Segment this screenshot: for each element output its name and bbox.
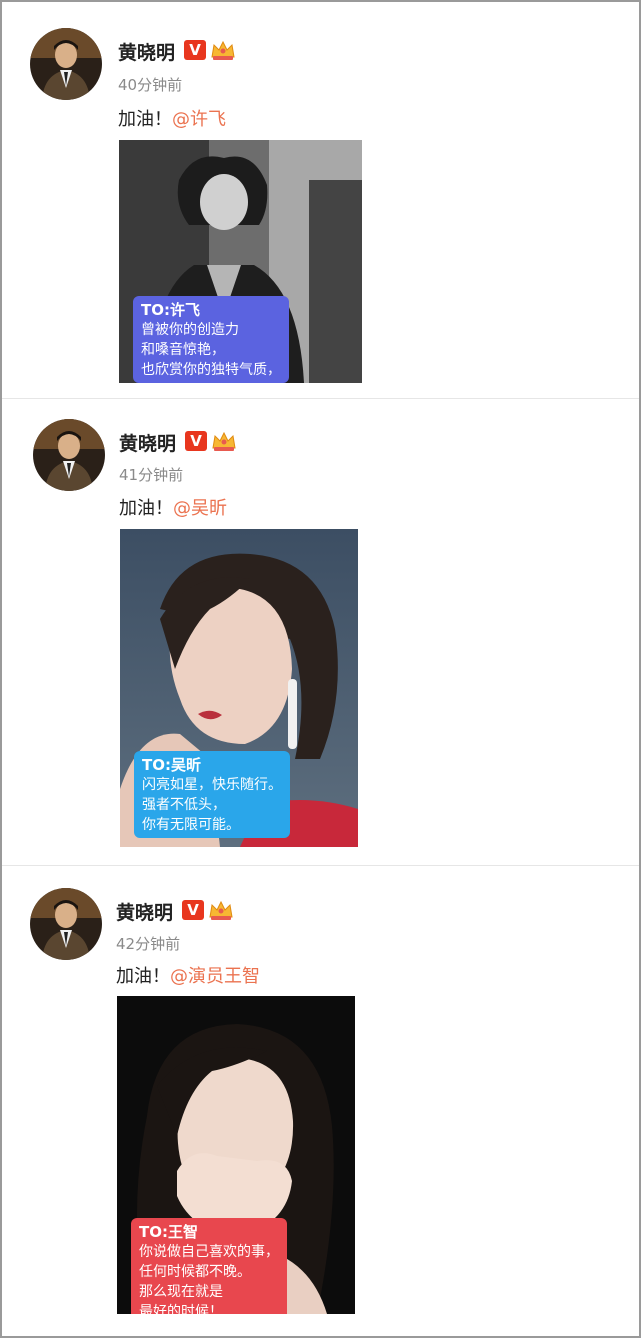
card-line: 最好的时候！ <box>139 1304 223 1314</box>
author-name[interactable]: 黄晓明 <box>119 429 176 456</box>
mention-link[interactable]: @演员王智 <box>170 966 260 987</box>
avatar-image <box>33 419 105 491</box>
card-line: 闪亮如星，快乐随行。 <box>142 777 282 793</box>
crown-badge-icon <box>209 900 233 920</box>
post-image[interactable]: TO:许飞 曾被你的创造力 和嗓音惊艳， 也欣赏你的独特气质， <box>119 140 362 383</box>
crown-badge-icon <box>211 40 235 60</box>
avatar-image <box>30 28 102 100</box>
author-avatar[interactable] <box>30 888 102 960</box>
post-image[interactable]: TO:王智 你说做自己喜欢的事， 任何时候都不晚。 那么现在就是 最好的时候！ <box>117 996 355 1314</box>
post-text: 加油！@演员王智 <box>116 962 260 988</box>
post-timestamp[interactable]: 42分钟前 <box>116 933 180 954</box>
post-text-prefix: 加油！ <box>116 966 170 987</box>
card-line: 和嗓音惊艳， <box>141 342 225 358</box>
card-line: 任何时候都不晚。 <box>139 1264 251 1280</box>
feed-post-3: 黄晓明 V 42分钟前 加油！@演员王智 TO:王智 你说做自己喜欢的事， 任何… <box>2 866 639 1336</box>
message-card: TO:许飞 曾被你的创造力 和嗓音惊艳， 也欣赏你的独特气质， <box>133 296 289 383</box>
verified-v-icon: V <box>185 431 207 451</box>
post-text-prefix: 加油！ <box>118 109 172 130</box>
verified-v-icon: V <box>184 40 206 60</box>
card-line: TO:王智 <box>139 1223 198 1241</box>
card-line: TO:许飞 <box>141 301 200 319</box>
crown-badge-icon <box>212 431 236 451</box>
message-card: TO:王智 你说做自己喜欢的事， 任何时候都不晚。 那么现在就是 最好的时候！ <box>131 1218 287 1314</box>
card-line: 那么现在就是 <box>139 1284 223 1300</box>
card-line: 你说做自己喜欢的事， <box>139 1244 279 1260</box>
post-text: 加油！@吴昕 <box>119 494 227 520</box>
post-timestamp[interactable]: 40分钟前 <box>118 74 182 95</box>
author-name[interactable]: 黄晓明 <box>118 38 175 65</box>
author-name[interactable]: 黄晓明 <box>116 898 173 925</box>
card-line: TO:吴昕 <box>142 756 201 774</box>
mention-link[interactable]: @许飞 <box>172 109 226 130</box>
card-line: 曾被你的创造力 <box>141 322 239 338</box>
feed-post-2: 黄晓明 V 41分钟前 加油！@吴昕 TO:吴昕 闪亮如星，快乐随行。 强者不低… <box>2 399 639 864</box>
card-line: 也欣赏你的独特气质， <box>141 362 281 378</box>
mention-link[interactable]: @吴昕 <box>173 498 227 519</box>
post-image[interactable]: TO:吴昕 闪亮如星，快乐随行。 强者不低头， 你有无限可能。 <box>120 529 358 847</box>
post-timestamp[interactable]: 41分钟前 <box>119 464 183 485</box>
author-avatar[interactable] <box>33 419 105 491</box>
card-line: 你有无限可能。 <box>142 817 240 833</box>
card-line: 强者不低头， <box>142 797 226 813</box>
post-text: 加油！@许飞 <box>118 105 226 131</box>
avatar-image <box>30 888 102 960</box>
feed-post-1: 黄晓明 V 40分钟前 加油！@许飞 TO:许飞 曾被你的创造力 和嗓音惊艳， … <box>2 2 639 397</box>
author-avatar[interactable] <box>30 28 102 100</box>
verified-v-icon: V <box>182 900 204 920</box>
message-card: TO:吴昕 闪亮如星，快乐随行。 强者不低头， 你有无限可能。 <box>134 751 290 838</box>
weibo-feed-frame: 黄晓明 V 40分钟前 加油！@许飞 TO:许飞 曾被你的创造力 和嗓音惊艳， … <box>0 0 641 1338</box>
post-text-prefix: 加油！ <box>119 498 173 519</box>
